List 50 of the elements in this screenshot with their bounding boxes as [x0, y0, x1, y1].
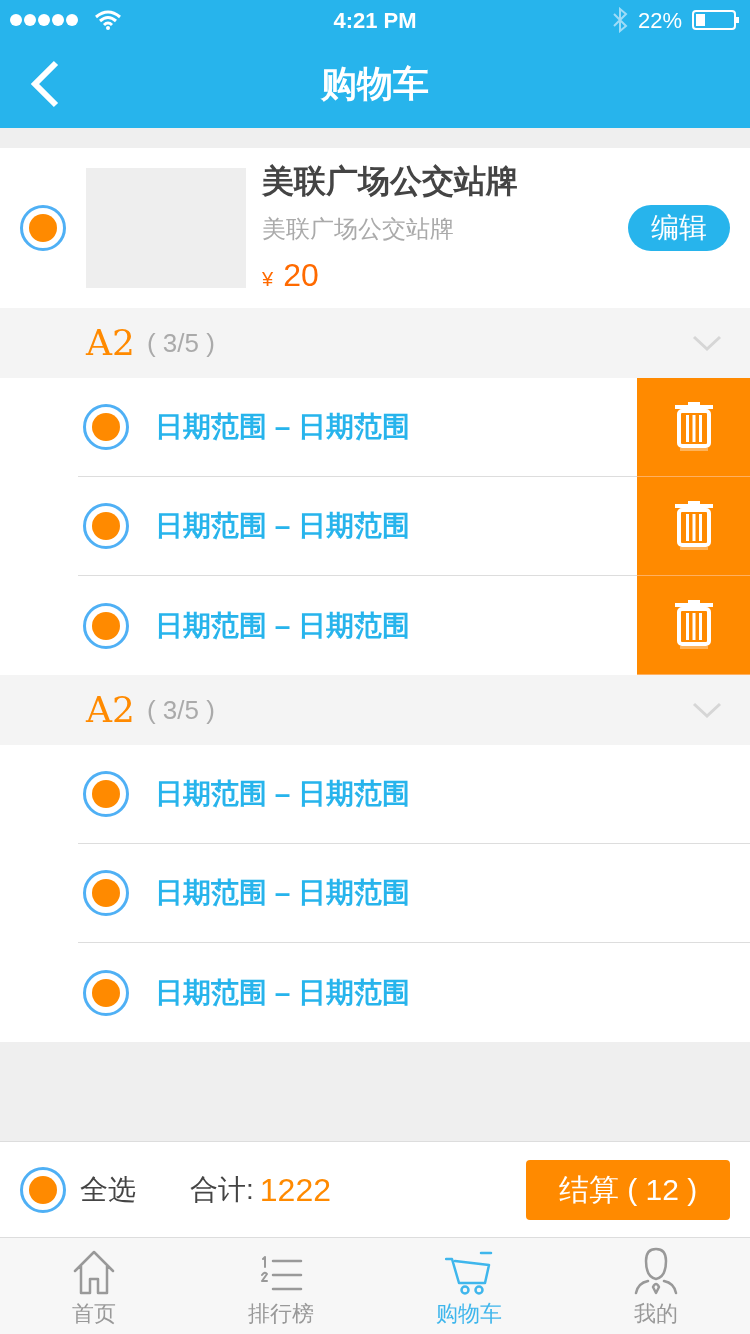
- status-time: 4:21 PM: [333, 6, 417, 35]
- total-amount: 1222: [259, 1170, 331, 1210]
- group-header[interactable]: A2 ( 3/5 ): [0, 308, 750, 378]
- date-range-label: 日期范围 – 日期范围: [155, 777, 411, 811]
- group-count: ( 3/5 ): [146, 693, 215, 727]
- radio-button[interactable]: [83, 771, 129, 817]
- signal-icon: [10, 13, 78, 27]
- group-name: A2: [86, 688, 135, 732]
- battery-icon: [692, 10, 740, 30]
- person-icon: [634, 1247, 679, 1295]
- radio-button[interactable]: [83, 969, 129, 1016]
- group-header[interactable]: A2 ( 3/5 ): [0, 675, 750, 745]
- trash-icon: [673, 501, 714, 551]
- checkout-button[interactable]: 结算 ( 12 ): [526, 1159, 730, 1220]
- group-name: A2: [86, 321, 135, 365]
- date-range-label: 日期范围 – 日期范围: [155, 876, 411, 910]
- currency-symbol: ¥: [262, 267, 274, 292]
- back-icon: [30, 60, 60, 108]
- total-label: 合计:: [190, 1172, 254, 1207]
- date-range-label: 日期范围 – 日期范围: [155, 608, 411, 643]
- tab-bar-item[interactable]: 排行榜: [187, 1238, 375, 1334]
- delete-button[interactable]: [637, 477, 750, 576]
- radio-button[interactable]: [83, 404, 129, 450]
- home-icon: [71, 1249, 116, 1295]
- battery-percentage: 22%: [637, 6, 682, 35]
- product-price: 20: [283, 256, 319, 295]
- date-range-label: 日期范围 – 日期范围: [155, 509, 411, 543]
- product-name: 美联广场公交站牌: [262, 162, 518, 201]
- tab-bar-item[interactable]: 我的: [562, 1238, 750, 1334]
- trash-icon: [673, 600, 714, 650]
- date-range-label: 日期范围 – 日期范围: [155, 975, 411, 1010]
- page-title: 购物车: [321, 62, 429, 106]
- group-count: ( 3/5 ): [146, 326, 215, 360]
- edit-button[interactable]: 编辑: [628, 205, 730, 251]
- tab-bar-item[interactable]: 购物车: [375, 1238, 563, 1334]
- radio-button[interactable]: [20, 1166, 66, 1213]
- radio-button[interactable]: [83, 503, 129, 549]
- date-range-label: 日期范围 – 日期范围: [155, 410, 411, 444]
- delete-button[interactable]: [637, 378, 750, 477]
- trash-icon: [673, 402, 714, 452]
- product-subtitle: 美联广场公交站牌: [262, 214, 455, 244]
- radio-button[interactable]: [83, 870, 129, 916]
- select-all-label: 全选: [80, 1172, 136, 1207]
- radio-button[interactable]: [83, 602, 129, 649]
- bluetooth-icon: [611, 7, 628, 33]
- radio-button[interactable]: [20, 205, 66, 251]
- tab-bar-item[interactable]: 首页: [0, 1238, 188, 1334]
- cart-icon: [444, 1251, 493, 1295]
- delete-button[interactable]: [637, 576, 750, 675]
- wifi-icon: [94, 10, 122, 30]
